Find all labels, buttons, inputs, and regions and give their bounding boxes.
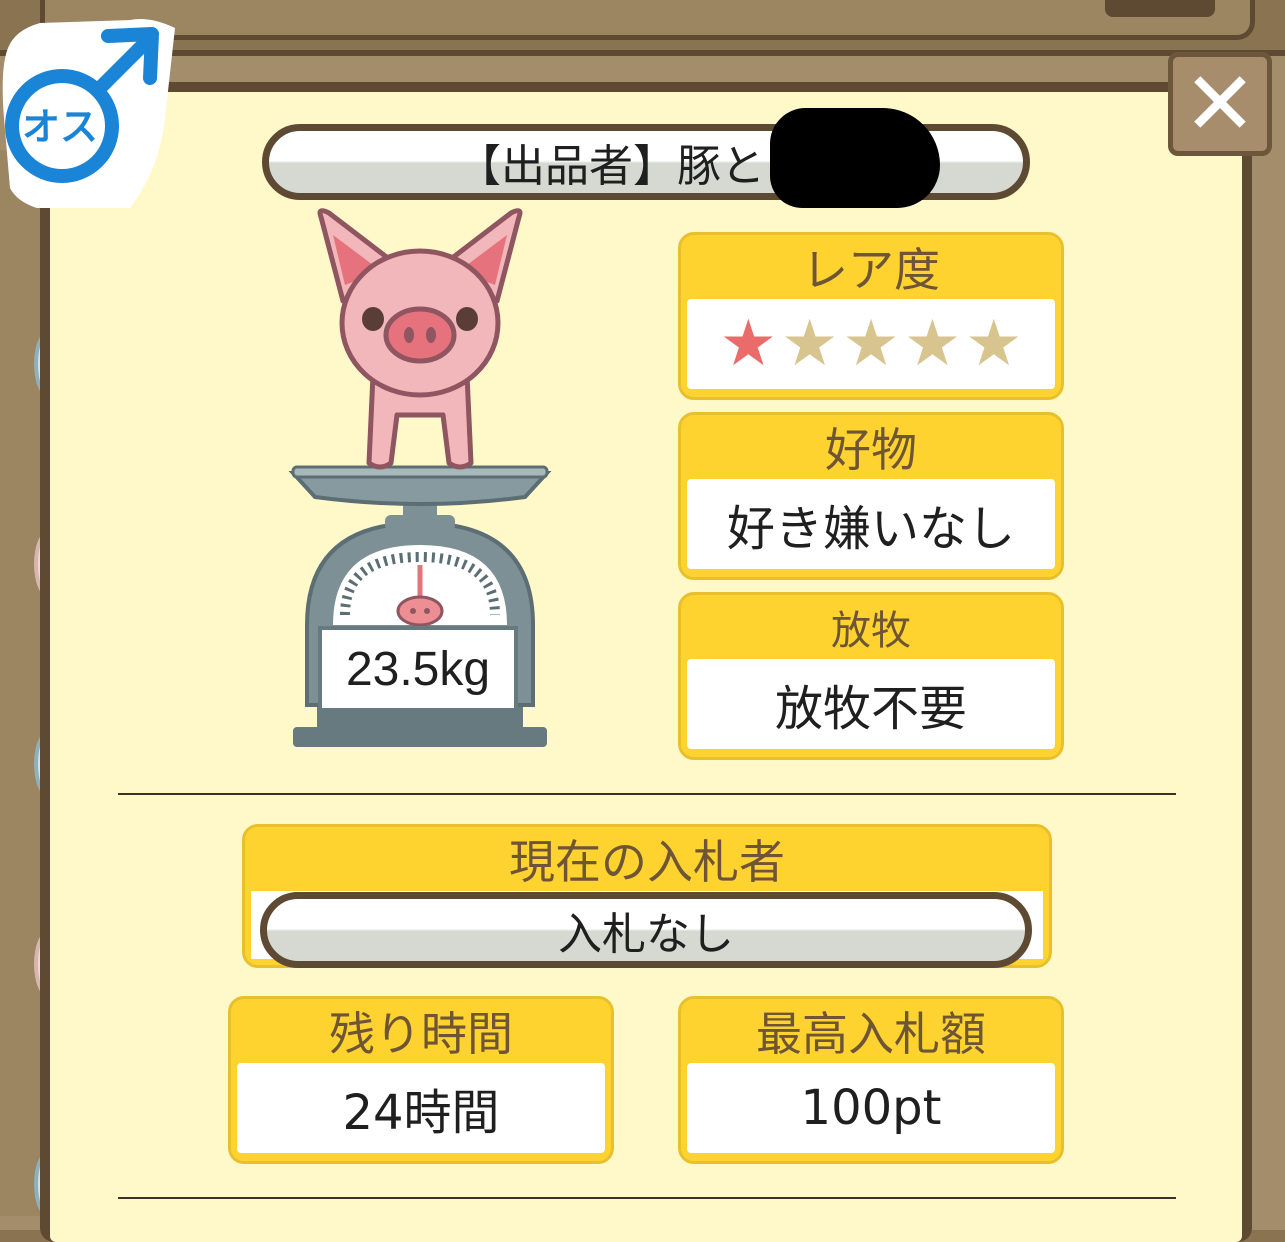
weight-display: 23.5kg xyxy=(318,626,518,712)
pig-detail-panel xyxy=(40,82,1252,1242)
header-tab xyxy=(1105,0,1215,17)
grazing-value: 放牧不要 xyxy=(687,659,1055,749)
highest-bid-title: 最高入札額 xyxy=(756,1007,986,1061)
rarity-stars: ★ ★ ★ ★ ★ xyxy=(720,312,1023,376)
remaining-time-title: 残り時間 xyxy=(329,1007,513,1061)
star-empty-icon: ★ xyxy=(965,307,1023,381)
highest-bid-value: 100pt xyxy=(687,1063,1055,1153)
close-button[interactable]: ✕ xyxy=(1168,52,1272,156)
star-empty-icon: ★ xyxy=(903,307,962,381)
redacted-name xyxy=(770,108,940,208)
rarity-title: レア度 xyxy=(802,243,940,297)
star-filled-icon: ★ xyxy=(719,307,777,381)
grazing-box: 放牧 放牧不要 xyxy=(678,592,1064,760)
highest-bid-box: 最高入札額 100pt xyxy=(678,996,1064,1164)
seller-label: 【出品者】豚と xyxy=(457,141,765,192)
male-gender-badge: オス xyxy=(0,8,175,213)
current-bidder-value: 入札なし xyxy=(558,909,734,960)
divider xyxy=(118,1197,1176,1199)
favorite-food-box: 好物 好き嫌いなし xyxy=(678,412,1064,580)
current-bidder-title: 現在の入札者 xyxy=(509,835,785,889)
top-header-wood xyxy=(40,0,1255,40)
remaining-time-value: 24時間 xyxy=(237,1063,605,1153)
rarity-box: レア度 ★ ★ ★ ★ ★ xyxy=(678,232,1064,400)
male-symbol-icon: オス xyxy=(2,19,175,213)
current-bidder-bar: 入札なし xyxy=(260,892,1032,968)
favorite-food-value: 好き嫌いなし xyxy=(687,479,1055,569)
grazing-title: 放牧 xyxy=(831,608,911,654)
remaining-time-box: 残り時間 24時間 xyxy=(228,996,614,1164)
close-icon: ✕ xyxy=(1183,52,1257,155)
star-empty-icon: ★ xyxy=(842,307,900,381)
divider xyxy=(118,793,1176,795)
star-empty-icon: ★ xyxy=(780,307,839,381)
favorite-food-title: 好物 xyxy=(825,423,917,477)
gender-label: オス xyxy=(22,105,98,149)
